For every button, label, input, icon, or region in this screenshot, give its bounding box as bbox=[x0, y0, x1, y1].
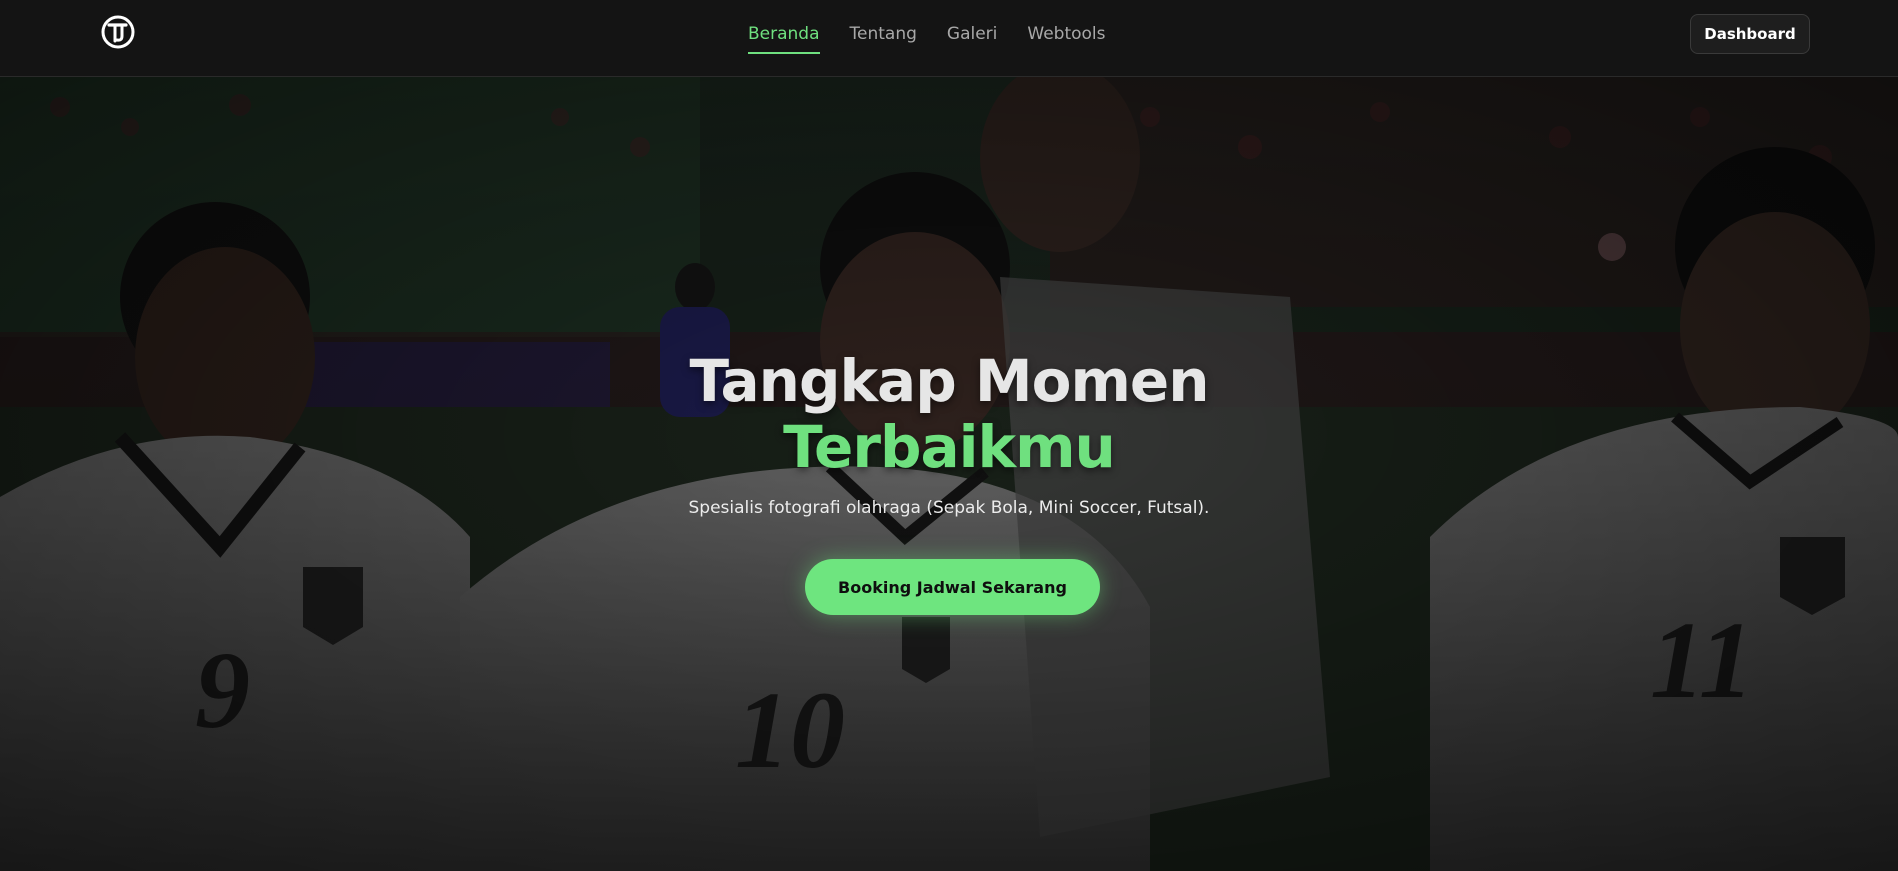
nav-link-beranda[interactable]: Beranda bbox=[748, 22, 820, 54]
hero-headline-line1: Tangkap Momen bbox=[689, 347, 1209, 415]
hero-headline-line2: Terbaikmu bbox=[783, 413, 1116, 481]
nav-link-webtools[interactable]: Webtools bbox=[1027, 22, 1105, 54]
navbar: Beranda Tentang Galeri Webtools Dashboar… bbox=[0, 0, 1898, 77]
dashboard-button[interactable]: Dashboard bbox=[1690, 14, 1810, 54]
booking-cta-button[interactable]: Booking Jadwal Sekarang bbox=[805, 559, 1100, 615]
hero-section: 9 10 11 Tangkap Momen Terbaikmu Spesiali… bbox=[0, 77, 1898, 871]
nav-link-galeri[interactable]: Galeri bbox=[947, 22, 998, 54]
main-nav: Beranda Tentang Galeri Webtools bbox=[748, 22, 1106, 54]
hero-content: Tangkap Momen Terbaikmu Spesialis fotogr… bbox=[0, 77, 1898, 871]
hero-subtitle: Spesialis fotografi olahraga (Sepak Bola… bbox=[688, 498, 1210, 518]
logo-icon[interactable] bbox=[100, 14, 136, 50]
nav-link-tentang[interactable]: Tentang bbox=[850, 22, 917, 54]
